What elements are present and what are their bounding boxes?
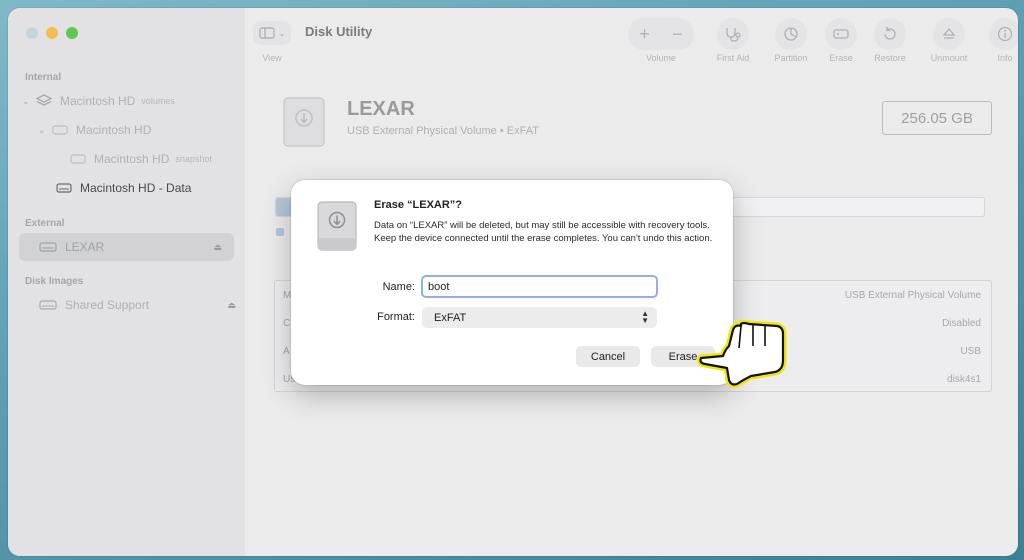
erase-toolbar-button[interactable] [825,18,857,50]
sidebar-item-macintosh-hd-snapshot[interactable]: Macintosh HD snapshot [70,146,212,172]
remove-volume-button[interactable]: − [672,24,683,45]
sidebar-section-disk-images: Disk Images [25,276,84,287]
eject-icon [942,27,956,39]
dialog-title: Erase “LEXAR”? [374,199,463,211]
partition-button[interactable] [775,18,807,50]
sidebar-item-label: Macintosh HD [76,123,152,137]
eject-icon[interactable]: ⏏ [213,242,222,253]
toolbar: ⌄ View Disk Utility + − Volume First Aid… [245,8,1018,70]
first-aid-caption: First Aid [716,53,750,63]
erase-disk-icon [833,29,849,39]
info-row-value: disk4s1 [947,374,981,385]
sidebar-item-lexar[interactable]: LEXAR ⏏ [19,233,234,261]
chevron-up-down-icon: ▲ ▼ [641,309,649,325]
info-row-label: A [283,346,290,357]
external-drive-icon [283,97,325,147]
unmount-caption: Unmount [930,53,968,63]
info-icon [997,26,1013,42]
disk-icon [56,183,72,193]
pointing-hand-icon [697,320,787,388]
chevron-down-icon[interactable]: ⌄ [38,125,52,136]
first-aid-button[interactable] [717,18,749,50]
sidebar-item-label: Shared Support [65,298,150,312]
sidebar-item-macintosh-hd-volumes[interactable]: ⌄ Macintosh HD volumes [22,88,175,114]
sidebar-section-external: External [25,218,65,229]
pie-chart-icon [784,27,798,41]
disk-icon [70,154,86,164]
erase-dialog: Erase “LEXAR”? Data on “LEXAR” will be d… [291,180,733,385]
format-label: Format: [377,311,415,323]
info-row-value: USB External Physical Volume [844,290,981,301]
info-row-value: Disabled [942,318,981,329]
device-name: LEXAR [347,98,415,120]
chevron-down-icon[interactable]: ⌄ [22,96,36,107]
usage-legend-swatch [276,228,284,236]
external-drive-icon [39,242,57,252]
volume-add-remove-control: + − [628,18,694,50]
app-title: Disk Utility [305,24,373,39]
erase-caption: Erase [829,53,853,63]
restore-arrow-icon [884,27,896,40]
info-button[interactable] [989,18,1018,50]
sidebar-item-label: LEXAR [65,240,105,254]
window-controls [26,27,78,39]
info-row-label: C [283,318,291,329]
stethoscope-icon [726,28,741,42]
sidebar-item-label: Macintosh HD [60,94,136,108]
external-drive-icon [317,201,357,251]
device-description: USB External Physical Volume • ExFAT [347,125,539,137]
sidebar-item-macintosh-hd-data[interactable]: Macintosh HD - Data [56,175,191,201]
dialog-message: Data on “LEXAR” will be deleted, but may… [374,220,713,244]
info-row-value: USB [960,346,981,357]
device-capacity: 256.05 GB [882,101,992,135]
volume-caption: Volume [645,53,677,63]
format-select-value: ExFAT [434,311,467,324]
format-select[interactable]: ExFAT ▲ ▼ [422,307,657,328]
sidebar-item-shared-support[interactable]: Shared Support ⏏ [39,292,236,318]
sidebar-item-sublabel: volumes [141,96,175,106]
partition-caption: Partition [774,53,808,63]
close-window-button[interactable] [26,27,38,39]
name-label: Name: [382,281,415,293]
unmount-button[interactable] [933,18,965,50]
disk-icon [52,125,68,135]
disk-image-icon [39,300,57,310]
eject-icon[interactable]: ⏏ [227,300,236,311]
zoom-window-button[interactable] [66,27,78,39]
chevron-down-icon: ⌄ [278,28,286,38]
view-button[interactable]: ⌄ [253,21,291,45]
name-input[interactable] [421,275,658,298]
add-volume-button[interactable]: + [639,24,650,45]
sidebar-toggle-icon [259,27,275,39]
restore-button[interactable] [874,18,906,50]
minimize-window-button[interactable] [46,27,58,39]
view-caption: View [262,53,282,63]
sidebar-item-macintosh-hd[interactable]: ⌄ Macintosh HD [38,117,151,143]
sidebar-section-internal: Internal [25,72,62,83]
layers-icon [36,94,52,106]
sidebar: Internal ⌄ Macintosh HD volumes ⌄ Macint… [8,8,245,556]
info-caption: Info [997,53,1013,63]
restore-caption: Restore [874,53,906,63]
sidebar-item-sublabel: snapshot [175,154,212,164]
sidebar-item-label: Macintosh HD - Data [80,181,192,195]
sidebar-item-label: Macintosh HD [94,152,170,166]
cancel-button[interactable]: Cancel [576,346,640,367]
